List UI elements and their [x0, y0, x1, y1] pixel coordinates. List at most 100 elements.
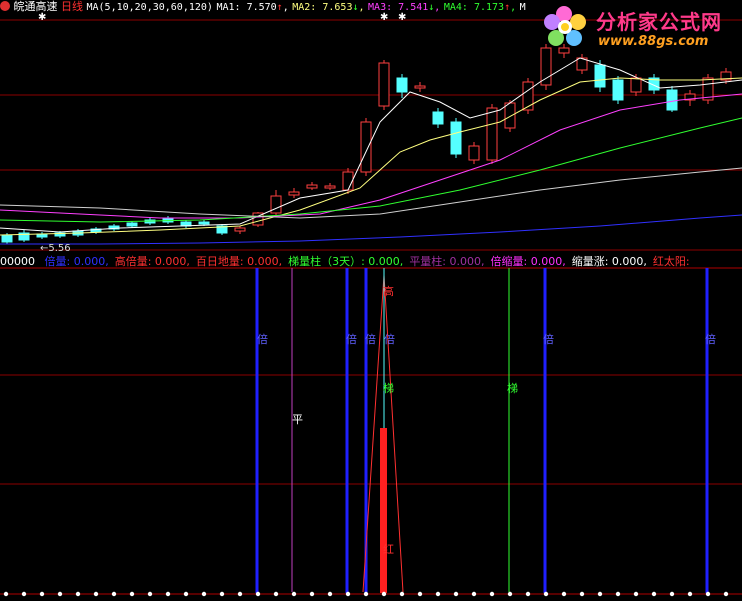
- candle: [612, 76, 624, 104]
- axis-dot: [165, 591, 171, 597]
- candle-body: [378, 62, 390, 107]
- stock-name[interactable]: 皖通高速: [14, 0, 58, 13]
- candle-body: [432, 111, 444, 125]
- candle: [216, 224, 228, 235]
- indicator-item: 倍缩量: 0.000,: [490, 255, 566, 268]
- candle-body: [414, 85, 426, 89]
- axis-dot: [201, 591, 207, 597]
- candle: [234, 226, 246, 234]
- axis-dot: [39, 591, 45, 597]
- axis-dot: [273, 591, 279, 597]
- candle-body: [342, 171, 354, 191]
- ma5-readout: M: [519, 2, 526, 13]
- ma4-readout: MA4: 7.173↑,: [443, 2, 517, 13]
- axis-dot: [435, 591, 441, 597]
- candle-body: [306, 184, 318, 189]
- candle: [396, 74, 408, 98]
- indicator-item: 梯量柱（3天）: 0.000,: [288, 255, 404, 268]
- top-info-bar: 皖通高速 日线 MA(5,10,20,30,60,120) MA1: 7.570…: [0, 0, 526, 14]
- candle: [684, 90, 696, 106]
- axis-dot: [471, 591, 477, 597]
- bei-marker: 倍: [543, 333, 554, 346]
- ma5-line: [0, 167, 742, 219]
- watermark-title: 分析家公式网: [596, 10, 722, 34]
- candle-body: [288, 191, 300, 196]
- indicator-prefix: 00000: [0, 255, 35, 268]
- stock-icon: [0, 1, 10, 11]
- candle-body: [126, 222, 138, 227]
- candle: [432, 108, 444, 128]
- candle: [36, 232, 48, 239]
- bei-bar: [345, 268, 349, 593]
- gao-marker: 高: [383, 285, 394, 298]
- axis-dot: [345, 591, 351, 597]
- axis-dot: [507, 591, 513, 597]
- candle-body: [666, 89, 678, 111]
- axis-dot: [219, 591, 225, 597]
- indicator-item: 倍量: 0.000,: [44, 255, 109, 268]
- axis-dot: [147, 591, 153, 597]
- axis-dot: [111, 591, 117, 597]
- candle: [126, 221, 138, 228]
- ti-marker: 梯: [383, 382, 394, 395]
- axis-dot: [21, 591, 27, 597]
- watermark-url: www.88gs.com: [598, 34, 709, 49]
- candle: [576, 54, 588, 74]
- candle-body: [198, 221, 210, 225]
- axis-dot: [57, 591, 63, 597]
- axis-dot: [129, 591, 135, 597]
- axis-dot: [651, 591, 657, 597]
- bei-marker: 倍: [705, 333, 716, 346]
- axis-dot: [93, 591, 99, 597]
- axis-dot: [723, 591, 729, 597]
- candle: [666, 86, 678, 112]
- candle: [18, 230, 30, 242]
- axis-dot: [183, 591, 189, 597]
- axis-dot: [687, 591, 693, 597]
- axis-dot: [75, 591, 81, 597]
- ma-params: MA(5,10,20,30,60,120): [86, 2, 213, 13]
- period-label[interactable]: 日线: [61, 0, 83, 13]
- candle: [360, 118, 372, 176]
- indicator-item: 红太阳:: [652, 255, 690, 268]
- candlestick-series[interactable]: [1, 44, 732, 244]
- candle: [324, 183, 336, 190]
- candle-body: [486, 107, 498, 161]
- bei-bar: [705, 268, 709, 593]
- axis-dot: [309, 591, 315, 597]
- candle-body: [450, 121, 462, 155]
- bei-bar: [543, 268, 547, 593]
- indicator-item: 高倍量: 0.000,: [114, 255, 190, 268]
- axis-dot: [597, 591, 603, 597]
- ping-marker: 平: [292, 413, 303, 426]
- axis-dot: [255, 591, 261, 597]
- watermark-logo: 分析家公式网 www.88gs.com: [540, 2, 740, 52]
- axis-dot: [453, 591, 459, 597]
- axis-dot: [489, 591, 495, 597]
- candle-body: [504, 102, 516, 129]
- candle-body: [360, 121, 372, 173]
- axis-dot: [579, 591, 585, 597]
- candle-body: [1, 234, 13, 243]
- candle: [450, 118, 462, 158]
- axis-dot: [705, 591, 711, 597]
- candle-body: [396, 77, 408, 93]
- ti-marker: 梯: [507, 382, 518, 395]
- candle-body: [630, 77, 642, 93]
- axis-dot: [633, 591, 639, 597]
- axis-dot: [525, 591, 531, 597]
- axis-dot: [417, 591, 423, 597]
- indicator-item: 缩量涨: 0.000,: [571, 255, 647, 268]
- ma2-readout: MA2: 7.653↓,: [292, 2, 365, 13]
- star-marker-icon: ✱: [380, 12, 389, 23]
- indicator-item: 百日地量: 0.000,: [195, 255, 283, 268]
- candle-body: [594, 64, 606, 88]
- axis-dot: [381, 591, 387, 597]
- candle: [270, 190, 282, 215]
- hong-marker: 红: [383, 543, 394, 556]
- candle: [414, 82, 426, 92]
- bei-marker: 倍: [346, 333, 357, 346]
- candle-body: [234, 227, 246, 232]
- indicator-item: 平量柱: 0.000,: [409, 255, 485, 268]
- axis-dot: [543, 591, 549, 597]
